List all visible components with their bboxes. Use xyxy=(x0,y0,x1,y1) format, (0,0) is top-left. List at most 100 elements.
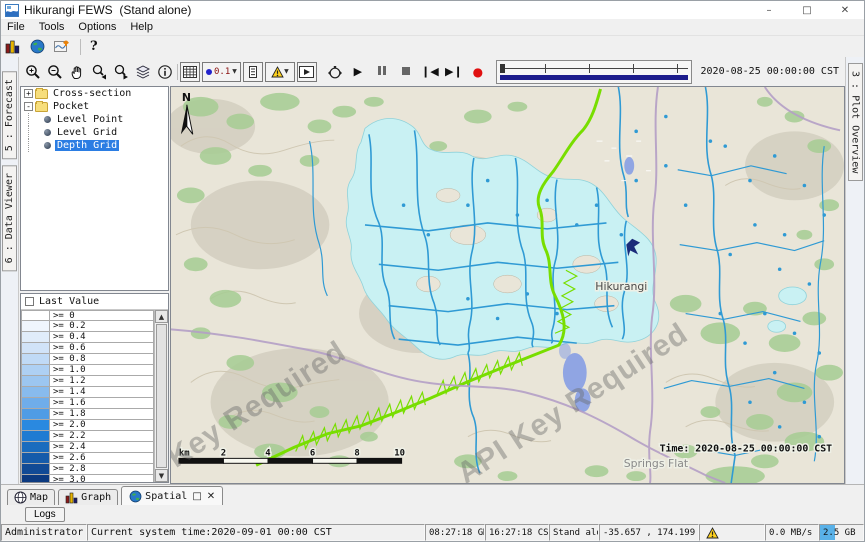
dock-tab-data-viewer[interactable]: 6 : Data Viewer xyxy=(2,165,17,271)
left-dock-strip: 5 : Forecast 6 : Data Viewer xyxy=(1,57,18,484)
legend-row[interactable]: >= 2.2 xyxy=(21,431,154,442)
zoom-out-icon[interactable] xyxy=(45,62,65,82)
timeline-slider[interactable] xyxy=(496,60,692,84)
timeseries-display-icon[interactable] xyxy=(54,39,71,54)
legend-row[interactable]: >= 2.0 xyxy=(21,420,154,431)
legend-row[interactable]: >= 0.2 xyxy=(21,321,154,332)
legend-color-swatch xyxy=(21,376,50,387)
map-area[interactable]: N Hikurangi Springs Flat Time: 2020-08-2… xyxy=(170,86,845,484)
stop-button[interactable] xyxy=(395,65,417,78)
legend-row[interactable]: >= 2.8 xyxy=(21,464,154,475)
zoom-in-icon[interactable] xyxy=(23,62,43,82)
legend-rows: >= 0>= 0.2>= 0.4>= 0.6>= 0.8>= 1.0>= 1.2… xyxy=(21,310,154,482)
scroll-up-icon[interactable]: ▲ xyxy=(155,310,168,323)
legend-row[interactable]: >= 3.0 xyxy=(21,475,154,482)
tab-map-label: Map xyxy=(30,492,48,503)
legend-row-label: >= 3.0 xyxy=(50,475,154,482)
menu-tools[interactable]: Tools xyxy=(39,21,65,33)
help-button[interactable]: ? xyxy=(90,39,98,54)
last-value-checkbox[interactable] xyxy=(25,297,34,306)
tree-item-pocket[interactable]: -Pocket xyxy=(21,100,168,113)
grid-display-button[interactable] xyxy=(180,62,200,82)
timeline-handle[interactable] xyxy=(500,64,505,73)
maximize-icon[interactable]: □ xyxy=(788,2,826,19)
tree-expander-icon[interactable]: + xyxy=(24,89,33,98)
scrollbar-thumb[interactable] xyxy=(156,324,167,468)
svg-text:4: 4 xyxy=(265,448,270,458)
menu-file[interactable]: File xyxy=(7,21,25,33)
menu-help[interactable]: Help xyxy=(130,21,153,33)
tree-item-depth-grid[interactable]: Depth Grid xyxy=(21,139,168,152)
scroll-down-icon[interactable]: ▼ xyxy=(155,469,168,482)
map-time-label: Time: 2020-08-25 00:00:00 CST xyxy=(660,442,833,454)
info-icon[interactable] xyxy=(155,62,175,82)
spatial-maximize-icon[interactable]: □ xyxy=(192,491,201,502)
status-local-time: 16:27:18 CST xyxy=(485,524,549,541)
legend-row[interactable]: >= 0.6 xyxy=(21,343,154,354)
tab-graph[interactable]: Graph xyxy=(58,489,118,505)
tab-spatial-label: Spatial xyxy=(145,491,187,502)
legend-row[interactable]: >= 1.8 xyxy=(21,409,154,420)
tree-item-label: Cross-section xyxy=(51,88,133,99)
pan-icon[interactable] xyxy=(67,62,87,82)
database-viewer-icon[interactable] xyxy=(5,39,21,54)
legend-scrollbar[interactable]: ▲ ▼ xyxy=(154,310,168,482)
zoom-next-icon[interactable] xyxy=(111,62,131,82)
tree-expander-icon[interactable]: - xyxy=(24,102,33,111)
svg-text:8: 8 xyxy=(354,448,359,458)
spatial-close-icon[interactable]: ✕ xyxy=(207,491,215,502)
status-warning-cell[interactable] xyxy=(699,524,765,541)
tree-item-level-grid[interactable]: Level Grid xyxy=(21,126,168,139)
menu-options[interactable]: Options xyxy=(78,21,116,33)
logs-row: Logs xyxy=(1,505,864,524)
spatial-display-icon[interactable] xyxy=(30,39,45,54)
legend-row[interactable]: >= 0.8 xyxy=(21,354,154,365)
skip-to-end-button[interactable]: ▶❙ xyxy=(443,65,465,78)
tree-connector-line xyxy=(28,139,44,152)
logs-button[interactable]: Logs xyxy=(25,507,65,522)
layers-icon[interactable] xyxy=(133,62,153,82)
dock-tab-forecast[interactable]: 5 : Forecast xyxy=(2,71,17,159)
animation-settings-icon[interactable] xyxy=(325,62,345,82)
minimize-icon[interactable]: – xyxy=(750,2,788,19)
status-gmt-time: 08:27:18 GMT xyxy=(425,524,485,541)
svg-text:10: 10 xyxy=(394,448,405,458)
pause-button[interactable] xyxy=(371,65,393,78)
tree-view: + Cross-section-PocketLevel PointLevel Gr… xyxy=(20,86,169,291)
status-coordinates: -35.657 , 174.199 xyxy=(599,524,699,541)
tab-map[interactable]: Map xyxy=(7,489,55,505)
legend-color-swatch xyxy=(21,387,50,398)
play-button[interactable]: ▶ xyxy=(347,65,369,78)
warning-filter-button[interactable]: ▼ xyxy=(265,62,295,82)
dock-tab-plot-overview[interactable]: 3 : Plot Overview xyxy=(848,63,863,181)
close-icon[interactable]: ✕ xyxy=(826,2,864,19)
legend-row[interactable]: >= 2.6 xyxy=(21,453,154,464)
tree-item-cross-section[interactable]: + Cross-section xyxy=(21,87,168,100)
record-button[interactable]: ● xyxy=(467,65,489,79)
legend-row[interactable]: >= 0 xyxy=(21,310,154,321)
tab-spatial[interactable]: Spatial □ ✕ xyxy=(121,486,223,505)
animation-player-button[interactable] xyxy=(297,62,317,82)
legend-row[interactable]: >= 2.4 xyxy=(21,442,154,453)
right-dock-strip: 3 : Plot Overview xyxy=(846,57,864,484)
legend-row[interactable]: >= 1.6 xyxy=(21,398,154,409)
tree-item-level-point[interactable]: Level Point xyxy=(21,113,168,126)
zoom-previous-icon[interactable] xyxy=(89,62,109,82)
skip-to-begin-button[interactable]: ❙◀ xyxy=(419,65,441,78)
contour-interval-dropdown[interactable]: 0.1 ▼ xyxy=(202,62,241,82)
legend-row-label: >= 1.8 xyxy=(50,409,154,420)
map-canvas[interactable]: N Hikurangi Springs Flat Time: 2020-08-2… xyxy=(171,87,844,483)
legend-button[interactable] xyxy=(243,62,263,82)
legend-row[interactable]: >= 1.0 xyxy=(21,365,154,376)
legend-color-swatch xyxy=(21,398,50,409)
legend-row[interactable]: >= 1.4 xyxy=(21,387,154,398)
legend-row[interactable]: >= 0.4 xyxy=(21,332,154,343)
toolbar-separator xyxy=(177,64,178,80)
tree-item-label: Level Grid xyxy=(55,127,119,138)
legend-color-swatch xyxy=(21,321,50,332)
legend-row[interactable]: >= 1.2 xyxy=(21,376,154,387)
timeline-datetime: 2020-08-25 00:00:00 CST xyxy=(701,66,839,77)
legend-row-label: >= 2.2 xyxy=(50,431,154,442)
legend-color-swatch xyxy=(21,464,50,475)
tree-node-icon xyxy=(44,116,51,123)
